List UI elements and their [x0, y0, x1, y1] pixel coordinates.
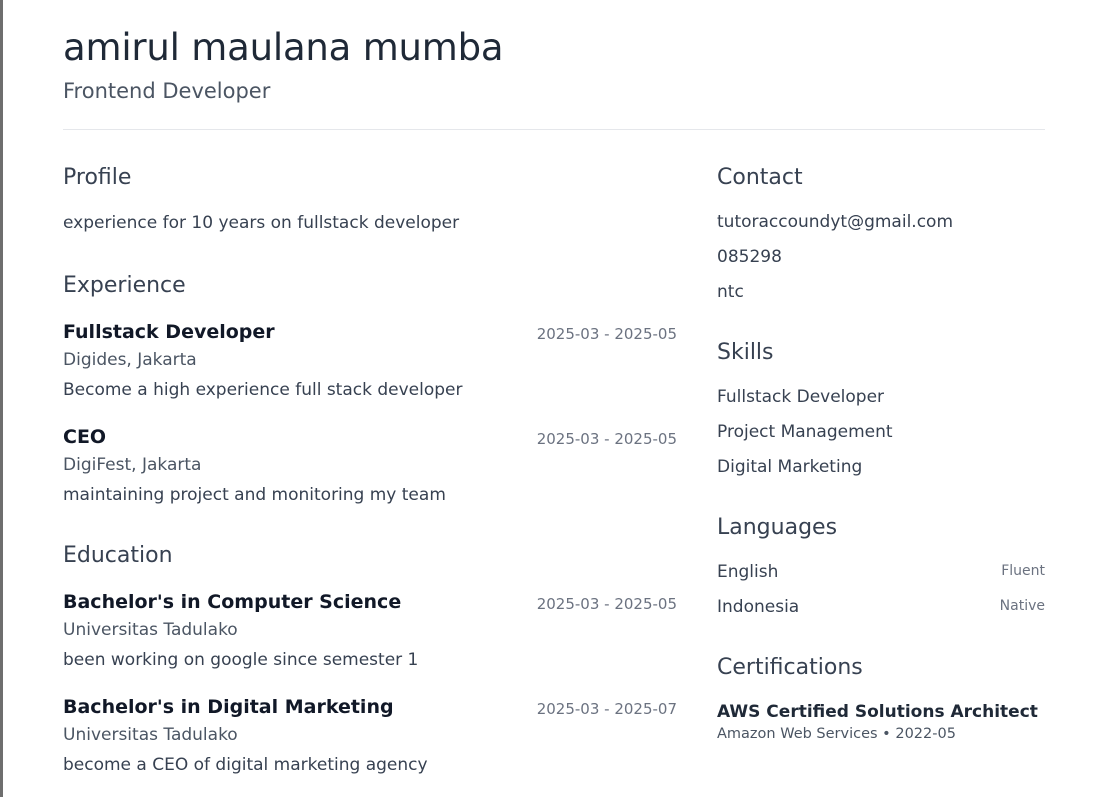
section-title-education: Education	[63, 543, 173, 568]
experience-description: maintaining project and monitoring my te…	[63, 485, 446, 505]
contact-phone: 085298	[717, 247, 782, 267]
profile-summary: experience for 10 years on fullstack dev…	[63, 213, 460, 233]
education-school: Universitas Tadulako	[63, 620, 238, 640]
section-title-experience: Experience	[63, 273, 186, 298]
education-school: Universitas Tadulako	[63, 725, 238, 745]
resume-preview-modal: amirul maulana mumba Frontend Developer …	[3, 0, 1105, 797]
skill-item: Fullstack Developer	[717, 387, 885, 407]
contact-email: tutoraccoundyt@gmail.com	[717, 212, 953, 232]
section-title-languages: Languages	[717, 515, 838, 540]
language-name: Indonesia	[717, 597, 800, 617]
education-dates: 2025-03 - 2025-07	[536, 700, 677, 718]
experience-dates: 2025-03 - 2025-05	[536, 325, 677, 343]
skill-item: Project Management	[717, 422, 893, 442]
education-description: been working on google since semester 1	[63, 650, 419, 670]
education-dates: 2025-03 - 2025-05	[536, 595, 677, 613]
experience-position: Fullstack Developer	[63, 321, 275, 343]
experience-org: Digides, Jakarta	[63, 350, 197, 370]
experience-dates: 2025-03 - 2025-05	[536, 430, 677, 448]
education-description: become a CEO of digital marketing agency	[63, 755, 428, 775]
section-title-skills: Skills	[717, 340, 774, 365]
education-degree: Bachelor's in Digital Marketing	[63, 696, 394, 718]
resume-role: Frontend Developer	[63, 79, 271, 103]
skill-item: Digital Marketing	[717, 457, 863, 477]
certification-name: AWS Certified Solutions Architect	[717, 702, 1038, 722]
experience-position: CEO	[63, 426, 107, 448]
experience-org: DigiFest, Jakarta	[63, 455, 202, 475]
language-level: Native	[999, 598, 1045, 614]
contact-location: ntc	[717, 282, 744, 302]
section-title-contact: Contact	[717, 165, 803, 190]
section-title-certifications: Certifications	[717, 655, 863, 680]
language-level: Fluent	[1001, 563, 1045, 579]
header-divider	[63, 129, 1045, 130]
experience-description: Become a high experience full stack deve…	[63, 380, 463, 400]
certification-meta: Amazon Web Services • 2022-05	[717, 726, 956, 742]
resume-name: amirul maulana mumba	[63, 26, 504, 69]
education-degree: Bachelor's in Computer Science	[63, 591, 402, 613]
language-name: English	[717, 562, 779, 582]
section-title-profile: Profile	[63, 165, 132, 190]
